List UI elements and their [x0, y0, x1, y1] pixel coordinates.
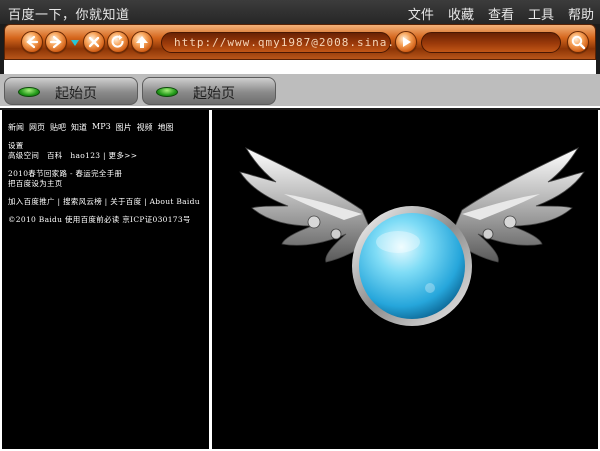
link-images[interactable]: 图片 [116, 122, 132, 133]
menu-tools[interactable]: 工具 [528, 4, 554, 23]
link-video[interactable]: 视频 [137, 122, 153, 133]
set-homepage-link[interactable]: 把百度设为主页 [8, 178, 63, 189]
browser-window: 百度一下，你就知道 文件 收藏 查看 工具 帮助 http://www.qmy1… [0, 0, 600, 451]
tab-start-page-1[interactable]: 起始页 [4, 77, 138, 105]
address-field[interactable]: http://www.qmy1987@2008.sina.com [161, 32, 417, 53]
forward-arrow-icon[interactable] [45, 31, 67, 53]
back-arrow-icon[interactable] [21, 31, 43, 53]
page-icon [18, 87, 40, 97]
home-up-icon[interactable] [131, 31, 153, 53]
title-bar: 百度一下，你就知道 文件 收藏 查看 工具 帮助 [0, 0, 600, 24]
menu-favorites[interactable]: 收藏 [448, 4, 474, 23]
tab-label: 起始页 [193, 86, 235, 102]
copyright-text: ©2010 Baidu 使用百度前必读 京ICP证030173号 [8, 215, 191, 224]
link-map[interactable]: 地图 [158, 122, 174, 133]
close-icon[interactable] [83, 31, 105, 53]
history-dropdown-icon[interactable] [71, 40, 79, 46]
toolbar-divider [4, 60, 596, 74]
page-icon [156, 87, 178, 97]
page-content: 新闻 网页 贴吧 知道 MP3 图片 视频 地图 设置 高级空间 百科 hao1… [0, 110, 600, 451]
link-tieba[interactable]: 贴吧 [50, 122, 66, 133]
left-wing [239, 147, 375, 263]
menu-view[interactable]: 查看 [488, 4, 514, 23]
navigation-toolbar: http://www.qmy1987@2008.sina.com [4, 24, 596, 60]
winged-orb-emblem [239, 147, 585, 326]
link-news[interactable]: 新闻 [8, 122, 24, 133]
link-web[interactable]: 网页 [29, 122, 45, 133]
menu-help[interactable]: 帮助 [568, 4, 594, 23]
left-panel: 新闻 网页 贴吧 知道 MP3 图片 视频 地图 设置 高级空间 百科 hao1… [2, 110, 209, 449]
menu-file[interactable]: 文件 [408, 4, 434, 23]
footer-links[interactable]: 加入百度推广 | 搜索风云榜 | 关于百度 | About Baidu [8, 196, 200, 207]
window-title: 百度一下，你就知道 [8, 8, 130, 23]
more-links[interactable]: 高级空间 百科 hao123 | 更多>> [8, 150, 137, 161]
search-category-links: 新闻 网页 贴吧 知道 MP3 图片 视频 地图 [8, 122, 174, 133]
main-panel [212, 110, 598, 449]
search-input[interactable] [421, 32, 561, 53]
tab-bar: 起始页 起始页 [0, 74, 600, 108]
menu-bar: 文件 收藏 查看 工具 帮助 [408, 4, 594, 23]
refresh-icon[interactable] [107, 31, 129, 53]
link-zhidao[interactable]: 知道 [71, 122, 87, 133]
orb-sphere [359, 213, 465, 319]
search-icon[interactable] [567, 31, 589, 53]
tab-label: 起始页 [55, 86, 97, 102]
right-wing [449, 147, 585, 263]
link-mp3[interactable]: MP3 [92, 122, 111, 133]
tab-start-page-2[interactable]: 起始页 [142, 77, 276, 105]
go-arrow-icon[interactable] [395, 31, 417, 53]
